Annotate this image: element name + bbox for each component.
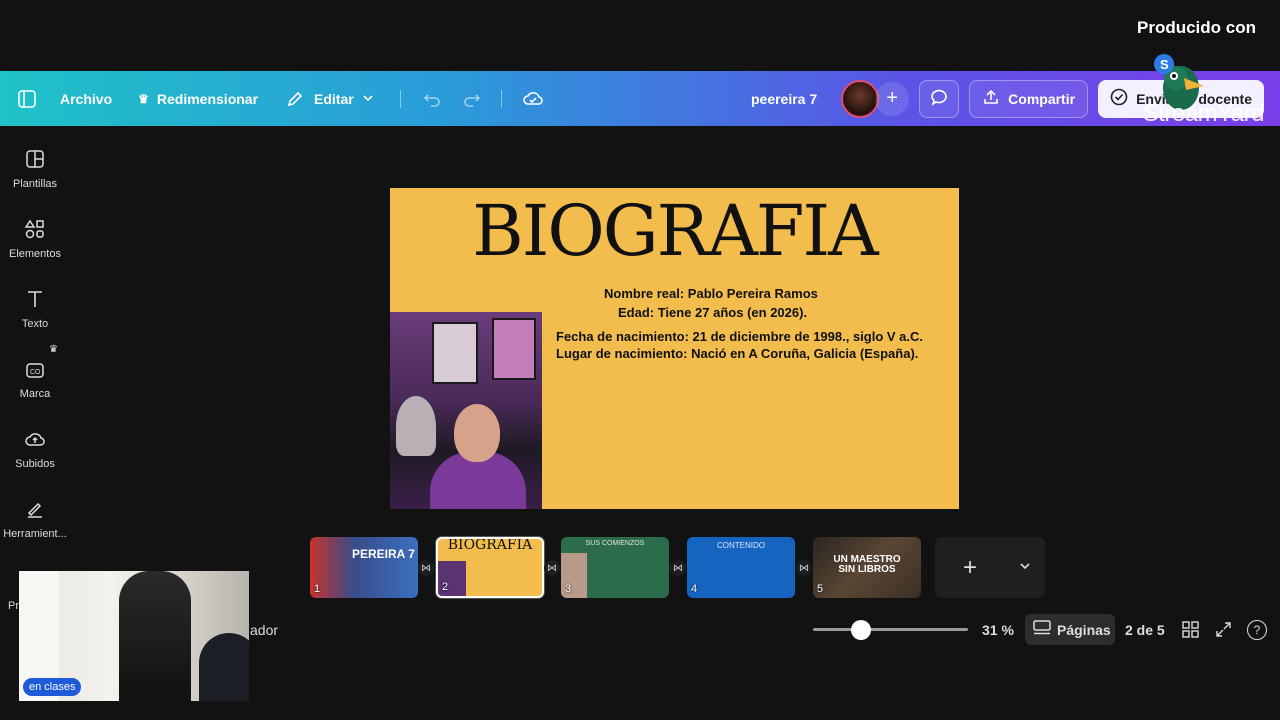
brand-icon: CO [26,363,44,378]
zoom-slider[interactable] [813,628,968,631]
grid-view-icon[interactable] [1182,621,1199,643]
webcam-person [199,633,249,701]
add-collaborator-button[interactable]: + [875,81,910,116]
page-thumbnail-title: CONTENIDO [717,541,765,550]
figure-shape [396,396,436,456]
share-label: Compartir [1008,90,1076,107]
zoom-level[interactable]: 31 % [982,622,1014,638]
sidebar-item-text[interactable]: Texto [0,288,70,330]
page-thumbnail-title: UN MAESTRO SIN LIBROS [833,554,901,575]
zoom-slider-handle[interactable] [851,620,871,640]
webcam-name-badge: en clases [23,678,82,696]
crown-icon: ♛ [138,91,149,106]
sidebar-item-label: Plantillas [12,178,58,190]
streamyard-watermark: StreamYard [1142,100,1265,127]
sidebar-item-label: Elementos [9,248,61,260]
sidebar-item-label: Texto [21,318,49,330]
sidebar-item-label: Herramient... [3,528,67,540]
page-number: 2 [442,581,449,593]
sidebar-item-elements[interactable]: Elementos [0,218,70,260]
page-thumbnail[interactable]: UN MAESTRO SIN LIBROS 5 [813,537,921,598]
edit-label: Editar [314,90,354,107]
page-thumbnail[interactable]: CONTENIDO 4 [687,537,795,598]
page-thumbnail-title: BIOGRAFIA [447,537,533,553]
chevron-down-icon[interactable] [1005,559,1045,577]
comment-icon [929,87,949,110]
page-number: 3 [565,583,572,595]
add-page-button[interactable]: + [935,554,1005,582]
pages-button[interactable]: Páginas [1025,614,1115,645]
wall-frame [432,322,478,384]
redo-icon[interactable] [461,88,483,110]
crown-icon: ♛ [49,344,58,355]
page-thumbnail-active[interactable]: BIOGRAFIA 2 [436,537,544,598]
partial-sidebar-label: Pr [8,600,19,612]
page-number: 5 [817,583,824,595]
sidebar-item-tools[interactable]: Herramient... [0,498,70,540]
transition-icon[interactable]: ⋈ [796,560,812,576]
partial-presenter-label: ador [250,622,279,638]
chevron-down-icon [362,91,374,107]
check-circle-icon [1110,88,1128,109]
sidebar-item-brand[interactable]: CO Marca [0,358,70,400]
svg-text:CO: CO [30,369,41,376]
page-thumbnail-title: SUS COMIENZOS [585,540,645,547]
person-face [454,404,500,462]
file-menu-label: Archivo [60,90,113,107]
top-toolbar: Archivo ♛ Redimensionar Editar peereira … [0,71,1280,126]
page-number: 4 [691,583,698,595]
text-icon [28,291,42,307]
help-icon[interactable]: ? [1247,620,1267,640]
resize-label: Redimensionar [156,90,259,107]
pen-tool-icon [27,502,42,518]
transition-icon[interactable]: ⋈ [418,560,434,576]
sidebar-item-uploads[interactable]: Subidos [0,428,70,470]
sidebar-item-label: Marca [19,388,51,400]
page-thumbnail[interactable]: SUS COMIENZOS 3 [561,537,669,598]
cloud-saved-icon[interactable] [522,88,544,110]
design-name[interactable]: peereira 7 [751,91,817,107]
transition-icon[interactable]: ⋈ [670,560,686,576]
transition-icon[interactable]: ⋈ [544,560,560,576]
pages-icon [1033,620,1051,639]
cloud-upload-icon [25,433,45,446]
slide-canvas[interactable]: BIOGRAFIA Nombre real: Pablo Pereira Ram… [390,188,959,509]
svg-text:S: S [1160,57,1169,72]
slide-text-name[interactable]: Nombre real: Pablo Pereira Ramos [604,286,818,301]
resize-button[interactable]: ♛ Redimensionar [138,91,258,107]
add-page-group: + [935,537,1045,598]
share-button[interactable]: Compartir [969,79,1089,118]
slide-text-birthdate[interactable]: Fecha de nacimiento: 21 de diciembre de … [556,329,923,344]
page-count: 2 de 5 [1125,622,1165,638]
page-thumbnail[interactable]: PEREIRA 7 1 [310,537,418,598]
page-number: 1 [314,583,321,595]
fullscreen-icon[interactable] [1215,621,1232,643]
file-menu[interactable]: Archivo [60,91,112,107]
webcam-feed: en clases [19,571,249,701]
sidebar-item-label: Subidos [15,458,55,470]
pencil-icon [284,88,306,110]
pages-label: Páginas [1057,621,1111,638]
slide-title[interactable]: BIOGRAFIA [390,190,959,272]
upload-icon [982,88,1000,109]
wall-frame [492,318,536,380]
toolbar-divider [399,89,401,108]
edit-menu[interactable]: Editar [284,88,374,110]
webcam-person [119,571,191,701]
page-thumbnail-title: PEREIRA 7 [352,547,415,561]
elements-icon [24,219,44,239]
avatar[interactable] [841,79,880,118]
undo-icon[interactable] [421,88,443,110]
toolbar-divider [500,89,502,108]
sidebar-item-templates[interactable]: Plantillas [0,148,70,190]
slide-photo[interactable] [390,312,542,509]
templates-icon [26,150,44,168]
slide-text-birthplace[interactable]: Lugar de nacimiento: Nació en A Coruña, … [556,346,918,361]
comments-button[interactable] [919,79,960,118]
sidebar-toggle-icon[interactable] [16,88,38,110]
slide-text-age[interactable]: Edad: Tiene 27 años (en 2026). [618,305,807,320]
producer-label: Producido con [1137,18,1256,37]
